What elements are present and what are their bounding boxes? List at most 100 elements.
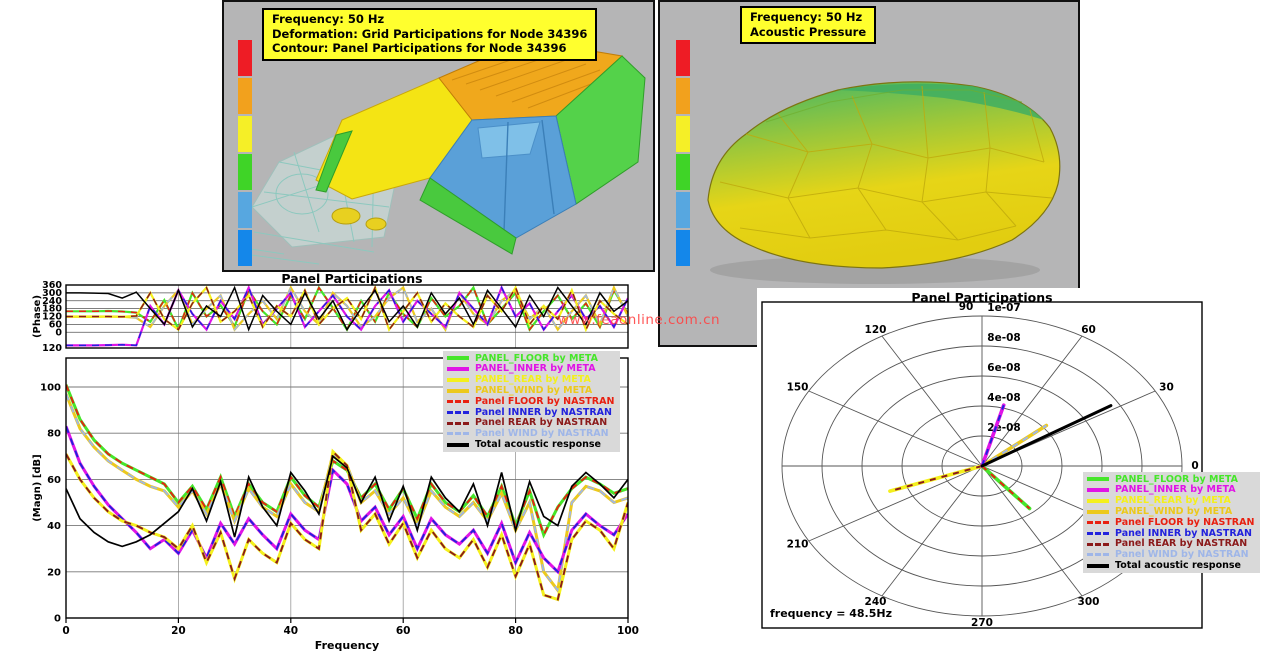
legend-entry: Panel INNER by NASTRAN: [1087, 528, 1254, 539]
legend-label: Panel FLOOR by NASTRAN: [1115, 518, 1254, 528]
polar-plot[interactable]: 03060901201502102402703002e-084e-086e-08…: [757, 288, 1210, 635]
legend-line-swatch: [1087, 499, 1109, 503]
colorbar-segment: [676, 192, 690, 228]
legend-label: PANEL_WIND by META: [475, 386, 592, 396]
legend-label: PANEL_REAR by META: [475, 375, 591, 385]
legend-line-swatch: [1087, 477, 1109, 481]
svg-text:40: 40: [283, 625, 298, 637]
svg-text:300: 300: [1078, 596, 1100, 608]
legend-label: PANEL_FLOOR by META: [475, 354, 598, 364]
svg-text:6e-08: 6e-08: [987, 362, 1020, 374]
meta-postprocessor-page: Frequency: 50 HzDeformation: Grid Partic…: [0, 0, 1273, 655]
acoustic-annotation-box: Frequency: 50 HzAcoustic Pressure: [740, 6, 876, 44]
legend-label: Panel FLOOR by NASTRAN: [475, 397, 614, 407]
colorbar-segment: [238, 78, 252, 114]
legend-entry: Panel WIND by NASTRAN: [1087, 550, 1254, 561]
colorbar-segment: [238, 116, 252, 152]
colorbar-segment: [238, 230, 252, 266]
colorbar-segment: [238, 154, 252, 190]
legend-label: PANEL_WIND by META: [1115, 507, 1232, 517]
svg-text:210: 210: [787, 539, 809, 551]
legend-entry: PANEL_WIND by META: [1087, 506, 1254, 517]
legend-line-swatch: [1087, 543, 1109, 546]
legend-entry: PANEL_FLOOR by META: [447, 353, 614, 364]
legend-label: Total acoustic response: [475, 440, 601, 450]
colorbar-segment: [676, 154, 690, 190]
svg-text:150: 150: [787, 382, 809, 394]
structural-annotation-box: Frequency: 50 HzDeformation: Grid Partic…: [262, 8, 597, 61]
legend-line-swatch: [1087, 553, 1109, 556]
svg-text:270: 270: [971, 617, 993, 629]
legend-line-swatch: [1087, 488, 1109, 492]
annotation-line: Deformation: Grid Participations for Nod…: [272, 27, 587, 42]
legend-entry: Panel WIND by NASTRAN: [447, 429, 614, 440]
acoustic-contour-colorbar: [676, 40, 690, 266]
legend-line-swatch: [447, 367, 469, 371]
legend-label: PANEL_REAR by META: [1115, 496, 1231, 506]
legend-line-swatch: [447, 389, 469, 393]
svg-text:4e-08: 4e-08: [987, 392, 1020, 404]
svg-text:0: 0: [62, 625, 69, 637]
polar-plot-title: Panel Participations: [911, 290, 1052, 305]
legend-line-swatch: [447, 432, 469, 435]
annotation-line: Frequency: 50 Hz: [750, 10, 866, 25]
annotation-line: Frequency: 50 Hz: [272, 12, 587, 27]
svg-text:20: 20: [171, 625, 186, 637]
legend-entry: Total acoustic response: [447, 439, 614, 450]
colorbar-segment: [676, 116, 690, 152]
svg-text:100: 100: [40, 383, 61, 394]
colorbar-segment: [238, 192, 252, 228]
legend-entry: PANEL_REAR by META: [1087, 496, 1254, 507]
legend-line-swatch: [447, 443, 469, 447]
legend-line-swatch: [1087, 564, 1109, 568]
legend-label: Panel INNER by NASTRAN: [475, 408, 612, 418]
structural-contour-colorbar: [238, 40, 252, 266]
legend-label: Panel WIND by NASTRAN: [475, 429, 609, 439]
svg-text:40: 40: [47, 521, 61, 532]
svg-text:8e-08: 8e-08: [987, 332, 1020, 344]
svg-text:(Magn) [dB]: (Magn) [dB]: [32, 454, 43, 522]
frf-plot-title: Panel Participations: [281, 271, 422, 286]
legend-line-swatch: [447, 400, 469, 403]
legend-label: PANEL_INNER by META: [1115, 485, 1236, 495]
legend-label: Total acoustic response: [1115, 561, 1241, 571]
svg-text:60: 60: [1081, 324, 1096, 336]
legend-line-swatch: [1087, 510, 1109, 514]
legend-entry: PANEL_FLOOR by META: [1087, 474, 1254, 485]
svg-text:0: 0: [55, 327, 62, 338]
svg-text:80: 80: [508, 625, 523, 637]
colorbar-segment: [676, 78, 690, 114]
svg-text:120: 120: [865, 324, 887, 336]
svg-text:60: 60: [396, 625, 411, 637]
legend-entry: Panel REAR by NASTRAN: [1087, 539, 1254, 550]
legend-label: Panel INNER by NASTRAN: [1115, 529, 1252, 539]
svg-text:80: 80: [47, 429, 61, 440]
svg-text:30: 30: [1159, 382, 1174, 394]
legend-entry: Panel FLOOR by NASTRAN: [1087, 517, 1254, 528]
legend-entry: PANEL_WIND by META: [447, 385, 614, 396]
legend-line-swatch: [447, 356, 469, 360]
svg-text:120: 120: [42, 343, 62, 354]
colorbar-segment: [238, 40, 252, 76]
legend-line-swatch: [1087, 532, 1109, 535]
legend-label: Panel WIND by NASTRAN: [1115, 550, 1249, 560]
legend-line-swatch: [447, 378, 469, 382]
acoustic-cavity-mesh: [708, 82, 1060, 268]
legend-line-swatch: [1087, 521, 1109, 524]
legend-entry: PANEL_INNER by META: [1087, 485, 1254, 496]
legend-entry: Panel INNER by NASTRAN: [447, 407, 614, 418]
polar-frequency-note: frequency = 48.5Hz: [770, 607, 892, 620]
legend-entry: PANEL_INNER by META: [447, 364, 614, 375]
colorbar-segment: [676, 40, 690, 76]
svg-text:0: 0: [1191, 460, 1198, 472]
legend-label: PANEL_FLOOR by META: [1115, 475, 1238, 485]
frf-legend: PANEL_FLOOR by METAPANEL_INNER by METAPA…: [443, 351, 620, 452]
svg-text:(Phase): (Phase): [32, 295, 43, 338]
legend-entry: Panel REAR by NASTRAN: [447, 418, 614, 429]
svg-text:60: 60: [47, 475, 61, 486]
annotation-line: Contour: Panel Participations for Node 3…: [272, 41, 587, 56]
svg-text:0: 0: [54, 614, 61, 625]
legend-label: Panel REAR by NASTRAN: [1115, 539, 1247, 549]
legend-line-swatch: [447, 422, 469, 425]
watermark-text: www.feaonline.com.cn: [558, 312, 720, 328]
